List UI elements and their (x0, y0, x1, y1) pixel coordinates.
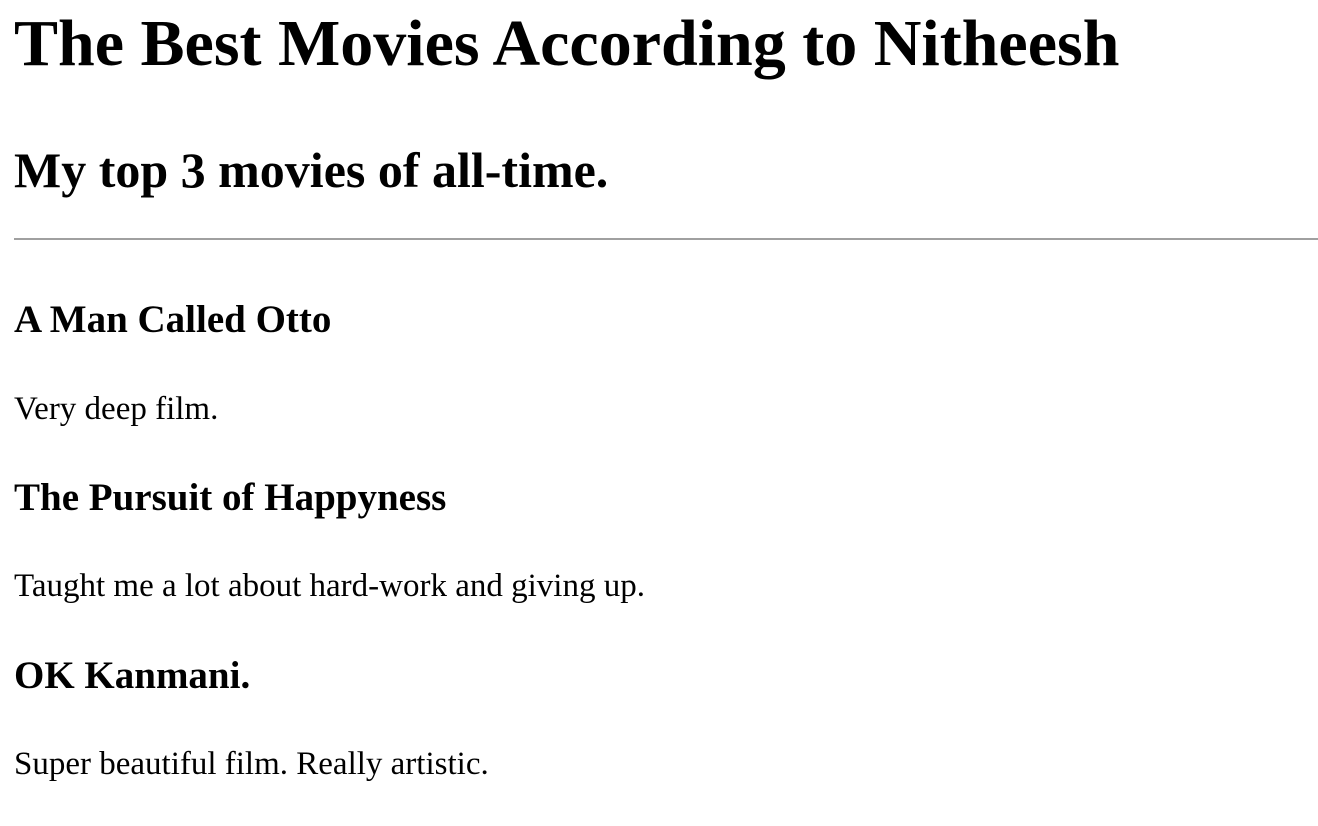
movie-description: Very deep film. (14, 391, 219, 427)
movie-title: The Pursuit of Happyness (14, 476, 447, 519)
divider (14, 238, 1318, 240)
movie-description: Super beautiful film. Really artistic. (14, 746, 489, 782)
page-title: The Best Movies According to Nitheesh (14, 7, 1120, 80)
movie-title: A Man Called Otto (14, 298, 332, 341)
page-subtitle: My top 3 movies of all-time. (14, 142, 609, 198)
movie-description: Taught me a lot about hard-work and givi… (14, 568, 645, 604)
movie-title: OK Kanmani. (14, 654, 251, 697)
